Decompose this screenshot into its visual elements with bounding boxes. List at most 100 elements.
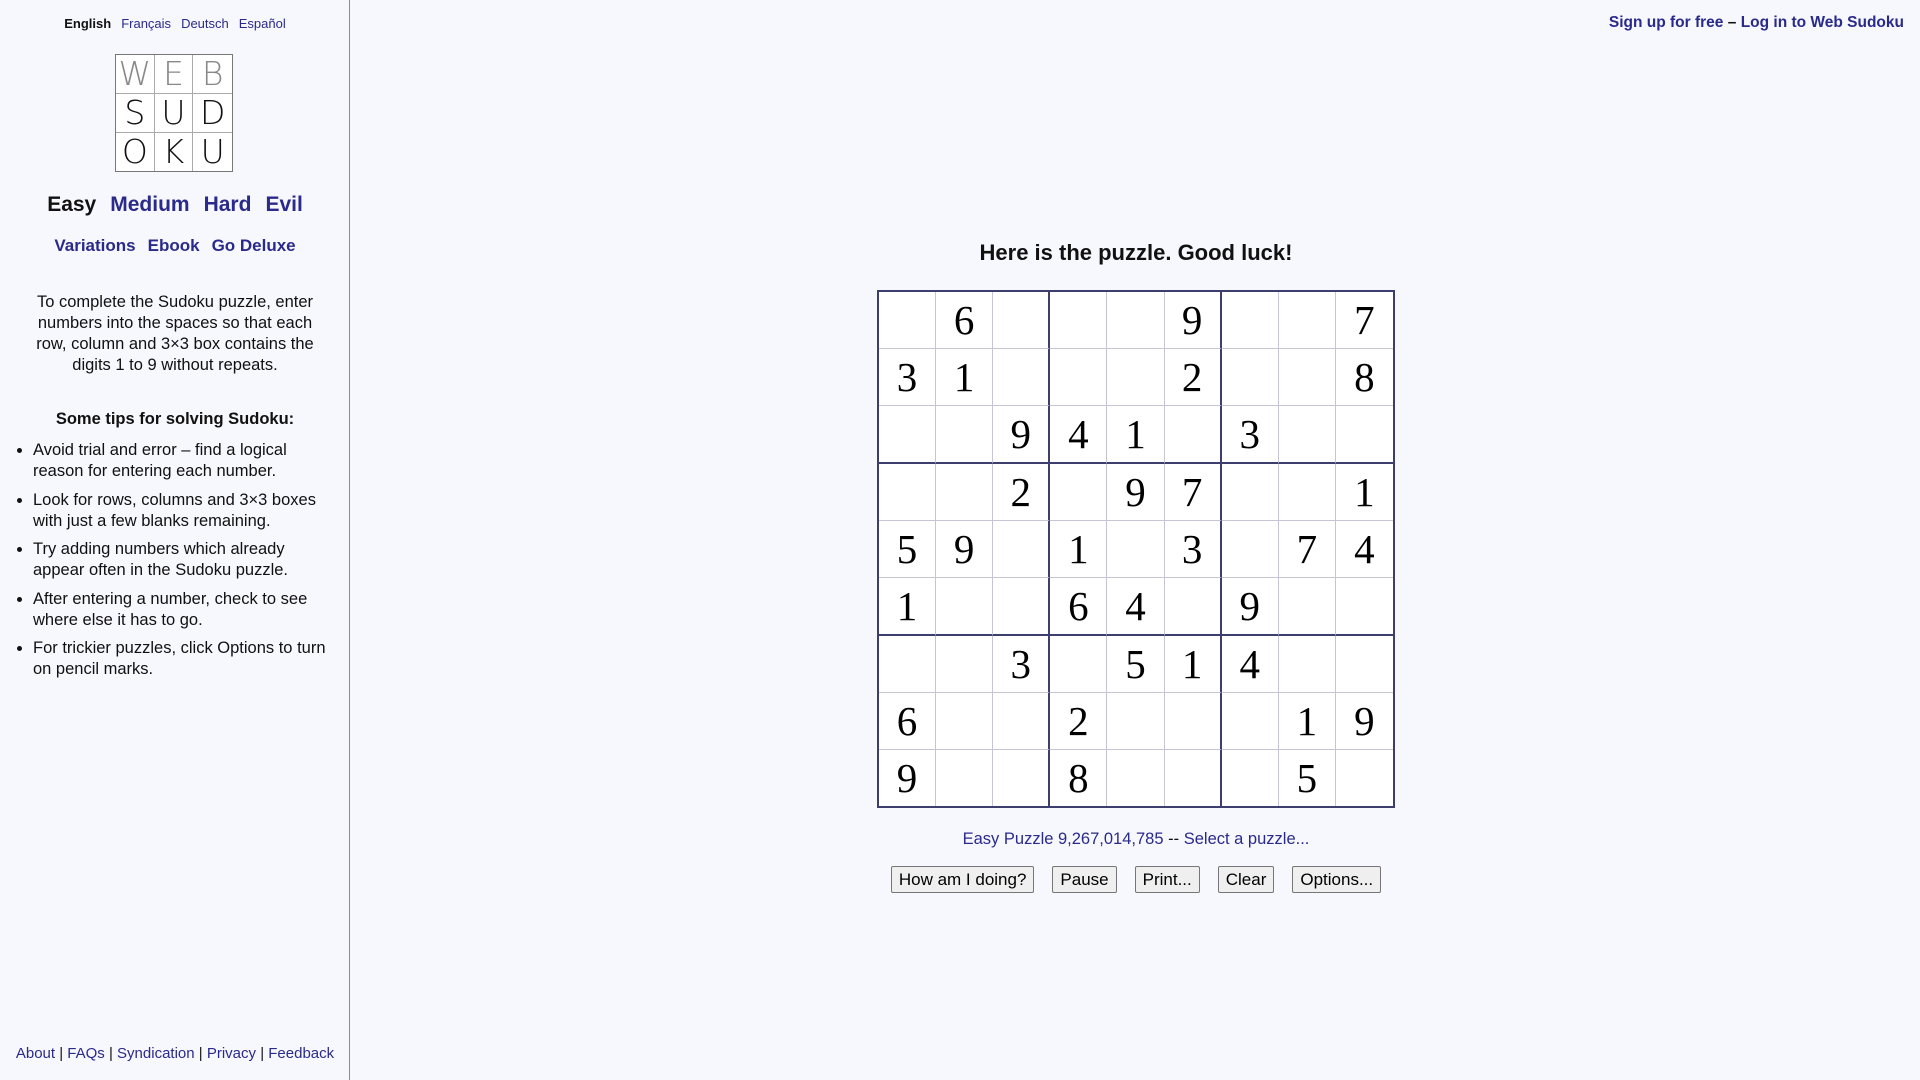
tips-list: Avoid trial and error – find a logical r…: [0, 440, 340, 688]
sudoku-cell-given: 4: [1107, 578, 1165, 636]
sudoku-cell-empty[interactable]: [1221, 349, 1279, 406]
extra-variations[interactable]: Variations: [54, 236, 135, 255]
sudoku-cell-empty[interactable]: [1221, 693, 1279, 750]
language-bar: English Français Deutsch Español: [0, 16, 350, 31]
sudoku-cell-empty[interactable]: [1278, 464, 1336, 521]
sudoku-cell-given: 4: [1050, 406, 1108, 464]
footer-feedback[interactable]: Feedback: [268, 1045, 334, 1062]
sudoku-cell-empty[interactable]: [1221, 292, 1279, 349]
language-deutsch[interactable]: Deutsch: [181, 16, 229, 31]
sudoku-cell-empty[interactable]: [993, 750, 1051, 806]
login-link[interactable]: Log in to Web Sudoku: [1741, 14, 1904, 31]
footer-privacy[interactable]: Privacy: [207, 1045, 256, 1062]
web-sudoku-logo[interactable]: WEBSUDOKU: [115, 54, 233, 172]
logo-letter: U: [200, 132, 225, 171]
puzzle-number: Easy Puzzle 9,267,014,785: [962, 830, 1164, 848]
sudoku-cell-given: 1: [936, 349, 994, 406]
sudoku-cell-empty[interactable]: [1050, 464, 1108, 521]
sudoku-cell-empty[interactable]: [1050, 636, 1108, 693]
pause-button[interactable]: Pause: [1052, 866, 1117, 893]
sudoku-cell-empty[interactable]: [879, 464, 937, 521]
sudoku-cell-given: 1: [1335, 464, 1393, 521]
footer-syndication[interactable]: Syndication: [117, 1045, 195, 1062]
extra-ebook[interactable]: Ebook: [148, 236, 200, 255]
sudoku-cell-given: 3: [993, 636, 1051, 693]
sudoku-cell-empty[interactable]: [1335, 636, 1393, 693]
logo-letter: K: [155, 133, 194, 171]
tip-item: After entering a number, check to see wh…: [33, 589, 340, 631]
sudoku-cell-empty[interactable]: [936, 693, 994, 750]
sudoku-cell-given: 1: [879, 578, 937, 636]
difficulty-levels: Easy Medium Hard Evil: [0, 193, 350, 217]
sudoku-cell-given: 4: [1335, 521, 1393, 578]
level-hard[interactable]: Hard: [204, 193, 252, 216]
sudoku-cell-given: 9: [1164, 292, 1222, 349]
footer-links: About | FAQs | Syndication | Privacy | F…: [15, 1045, 335, 1062]
language-english: English: [64, 16, 112, 31]
sudoku-cell-empty[interactable]: [936, 464, 994, 521]
how-am-i-doing-button[interactable]: How am I doing?: [890, 866, 1035, 893]
sudoku-cell-empty[interactable]: [1221, 521, 1279, 578]
sudoku-cell-empty[interactable]: [1221, 464, 1279, 521]
level-evil[interactable]: Evil: [265, 193, 302, 216]
sudoku-cell-empty[interactable]: [1335, 578, 1393, 636]
sudoku-cell-empty[interactable]: [936, 406, 994, 464]
sudoku-cell-given: 8: [1335, 349, 1393, 406]
language-español[interactable]: Español: [239, 16, 286, 31]
action-buttons: How am I doing? Pause Print... Clear Options…: [878, 866, 1394, 893]
sudoku-cell-empty[interactable]: [1278, 578, 1336, 636]
tip-item: Try adding numbers which already appear …: [33, 539, 340, 581]
sudoku-cell-empty[interactable]: [936, 636, 994, 693]
extra-go-deluxe[interactable]: Go Deluxe: [212, 236, 296, 255]
sudoku-cell-given: 2: [993, 464, 1051, 521]
sudoku-cell-empty[interactable]: [1335, 406, 1393, 464]
sudoku-cell-empty[interactable]: [1278, 349, 1336, 406]
sudoku-cell-empty[interactable]: [1278, 406, 1336, 464]
options-button[interactable]: Options...: [1292, 866, 1382, 893]
language-français[interactable]: Français: [121, 16, 171, 31]
sudoku-cell-empty[interactable]: [993, 693, 1051, 750]
sudoku-cell-empty[interactable]: [1278, 636, 1336, 693]
sudoku-cell-empty[interactable]: [1164, 693, 1222, 750]
footer-faqs[interactable]: FAQs: [67, 1045, 105, 1062]
sudoku-cell-empty[interactable]: [879, 406, 937, 464]
puzzle-info: Easy Puzzle 9,267,014,785 -- Select a pu…: [878, 830, 1394, 849]
sudoku-cell-empty[interactable]: [1050, 349, 1108, 406]
sudoku-cell-empty[interactable]: [879, 292, 937, 349]
sudoku-cell-empty[interactable]: [993, 578, 1051, 636]
sudoku-cell-empty[interactable]: [1165, 750, 1222, 806]
sudoku-cell-empty[interactable]: [879, 636, 937, 693]
sudoku-cell-empty[interactable]: [1222, 750, 1279, 806]
sudoku-cell-empty[interactable]: [993, 349, 1051, 406]
sudoku-cell-empty[interactable]: [1107, 521, 1165, 578]
sudoku-cell-empty[interactable]: [1164, 578, 1222, 636]
sudoku-cell-empty[interactable]: [936, 578, 994, 636]
sudoku-cell-given: 1: [1164, 636, 1222, 693]
sudoku-cell-empty[interactable]: [1278, 292, 1336, 349]
level-easy: Easy: [47, 193, 97, 216]
intro-text: To complete the Sudoku puzzle, enter num…: [36, 293, 314, 374]
sudoku-cell-empty[interactable]: [1336, 750, 1393, 806]
footer-about[interactable]: About: [16, 1045, 55, 1062]
level-medium[interactable]: Medium: [110, 193, 189, 216]
sudoku-cell-empty[interactable]: [1107, 349, 1165, 406]
sudoku-cell-given: 3: [1221, 406, 1279, 464]
select-puzzle-link[interactable]: Select a puzzle...: [1184, 830, 1310, 848]
sidebar: English Français Deutsch Español WEBSUDOKU …: [0, 0, 350, 1080]
signup-link[interactable]: Sign up for free: [1609, 14, 1724, 31]
sudoku-cell-empty[interactable]: [1107, 750, 1165, 806]
sudoku-cell-empty[interactable]: [1050, 292, 1108, 349]
sudoku-cell-empty[interactable]: [1164, 406, 1222, 464]
print-button[interactable]: Print...: [1134, 866, 1200, 893]
clear-button[interactable]: Clear: [1217, 866, 1275, 893]
logo-letter: U: [154, 94, 194, 133]
sudoku-cell-empty[interactable]: [993, 521, 1051, 578]
sudoku-cell-empty[interactable]: [1107, 693, 1165, 750]
tip-item: Avoid trial and error – find a logical r…: [33, 440, 340, 482]
sudoku-cell-empty[interactable]: [993, 292, 1051, 349]
sudoku-cell-empty[interactable]: [936, 750, 994, 806]
sudoku-cell-empty[interactable]: [1107, 292, 1165, 349]
logo-letter: B: [193, 55, 232, 94]
sudoku-cell-given: 7: [1278, 521, 1336, 578]
tip-item: Look for rows, columns and 3×3 boxes wit…: [33, 490, 340, 532]
